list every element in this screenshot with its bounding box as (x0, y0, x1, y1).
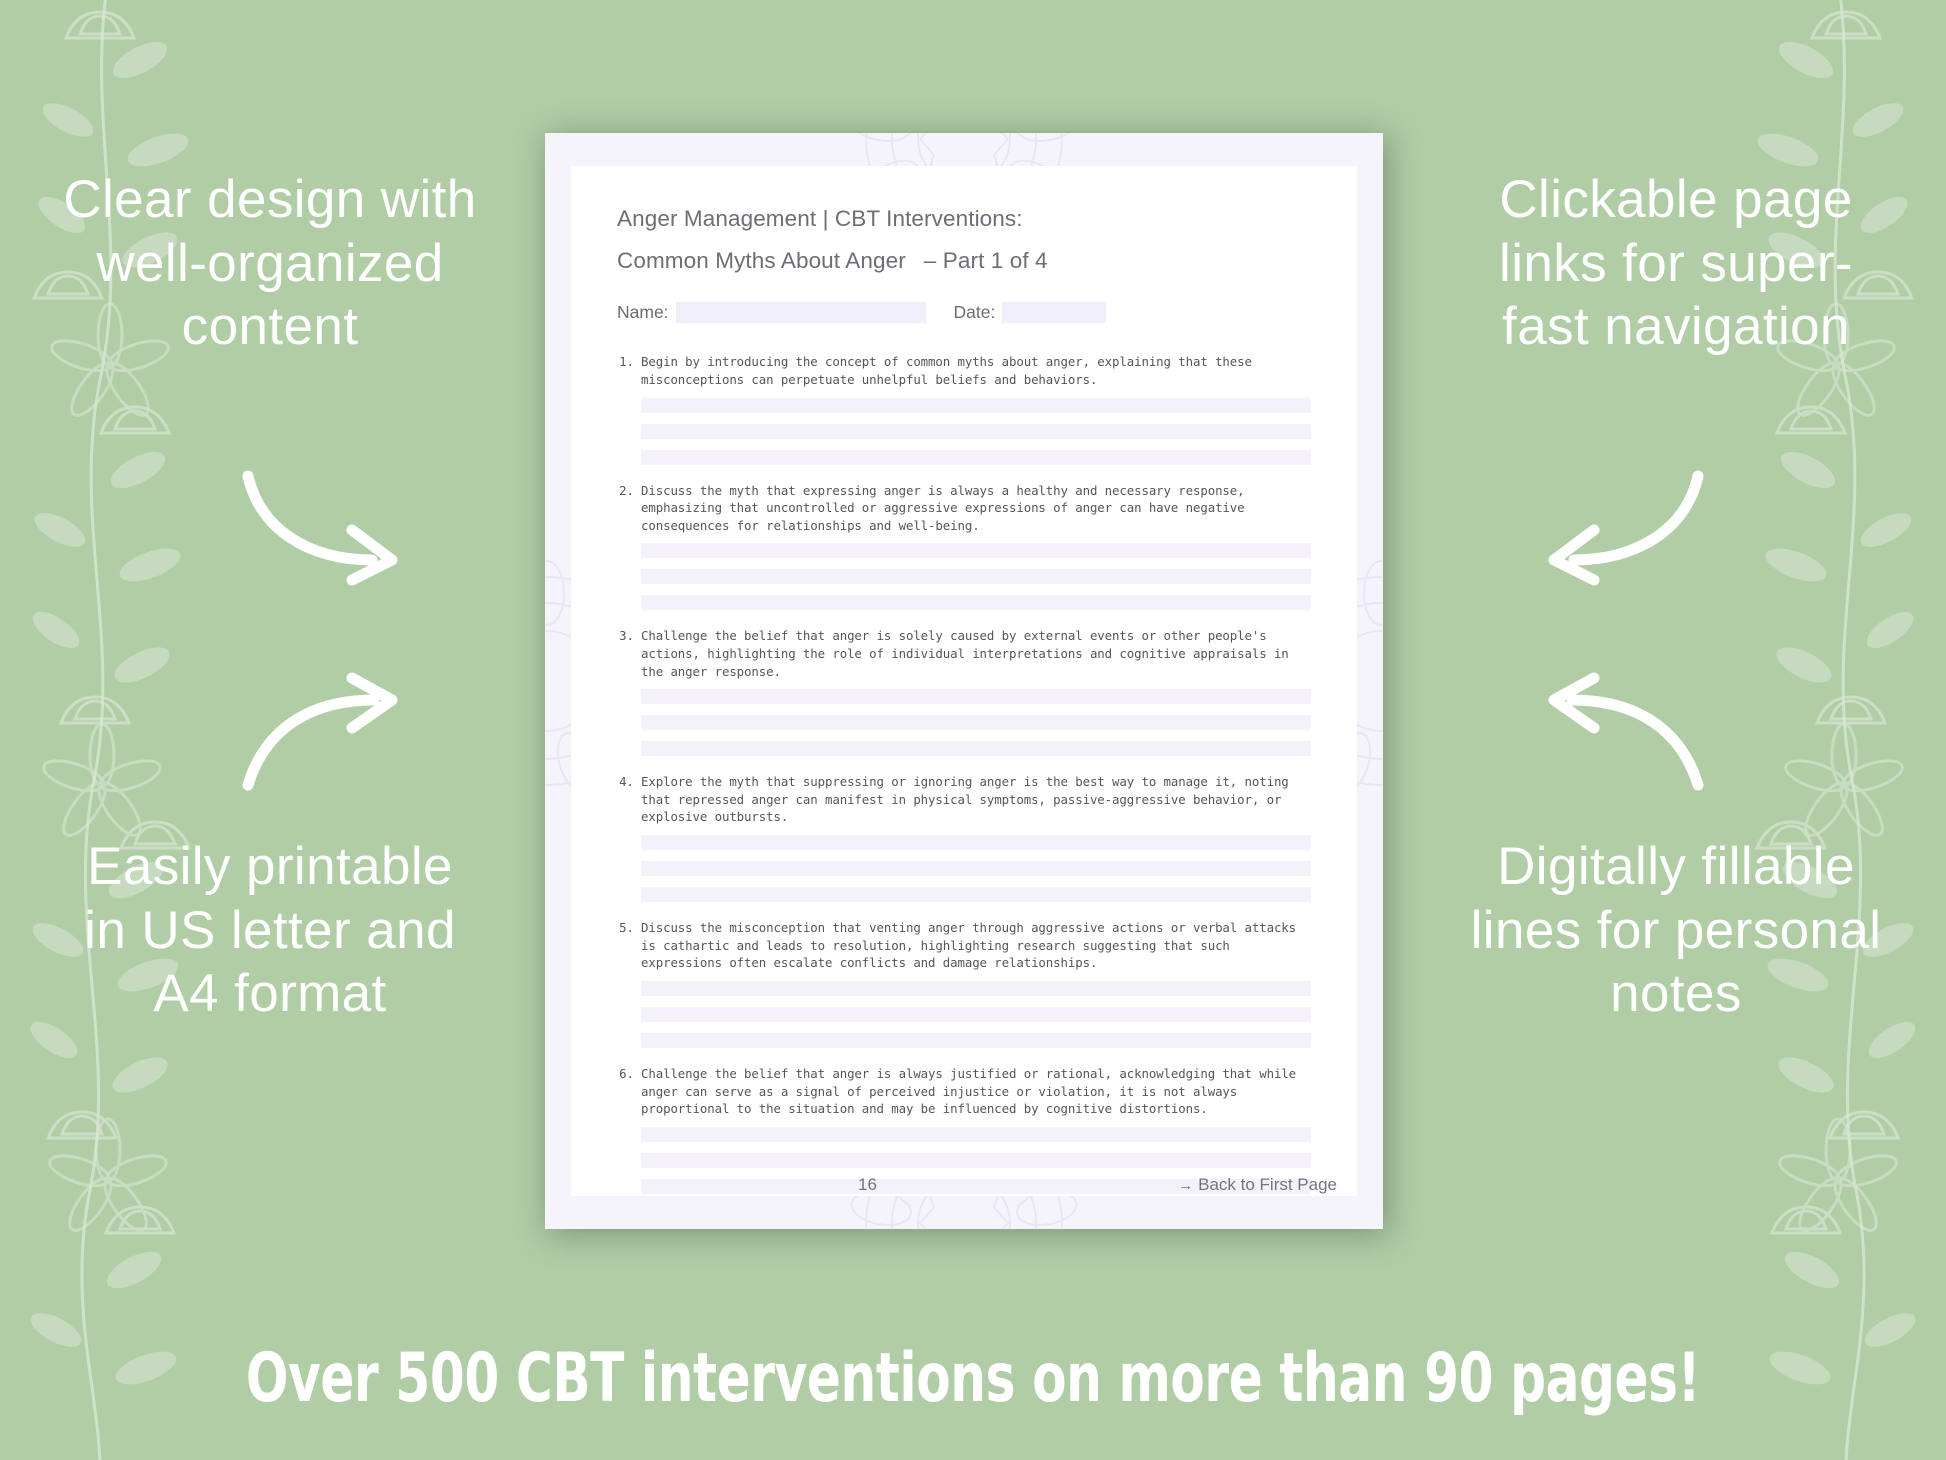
feature-text-bottom-left: Easily printable in US letter and A4 for… (84, 837, 456, 1024)
curved-arrow-right-icon (240, 672, 410, 800)
fillable-line[interactable] (641, 569, 1311, 585)
page-title: Anger Management | CBT Interventions: Co… (617, 204, 1311, 275)
promo-banner: Over 500 CBT interventions on more than … (245, 1339, 1701, 1418)
promo-graphic: Clear design with well-organized content… (0, 0, 1946, 1460)
fillable-line[interactable] (641, 449, 1311, 465)
fillable-lines-group (641, 980, 1311, 1048)
back-to-first-page-label: Back to First Page (1198, 1175, 1337, 1194)
fillable-line[interactable] (641, 543, 1311, 559)
page-footer: 16 → Back to First Page (591, 1175, 1337, 1195)
back-to-first-page-link[interactable]: → Back to First Page (1178, 1175, 1337, 1195)
date-input[interactable] (1002, 302, 1107, 324)
intervention-item: 5. Discuss the misconception that venting… (617, 919, 1311, 1059)
intervention-list: 1. Begin by introducing the concept of co… (617, 353, 1311, 1204)
intervention-text: Challenge the belief that anger is alway… (641, 1065, 1297, 1117)
fillable-line[interactable] (641, 715, 1311, 731)
curved-arrow-left-icon (1536, 468, 1706, 586)
doc-title-part: – Part 1 of 4 (923, 247, 1048, 273)
intervention-body: Discuss the myth that expressing anger i… (641, 482, 1311, 622)
intervention-item: 3. Challenge the belief that anger is sol… (617, 627, 1311, 767)
intervention-number: 4. (619, 774, 634, 790)
intervention-body: Begin by introducing the concept of comm… (641, 353, 1311, 475)
intervention-text: Begin by introducing the concept of comm… (641, 354, 1252, 387)
feature-text-bottom-right: Digitally fillable lines for personal no… (1470, 837, 1882, 1024)
intervention-text: Discuss the misconception that venting a… (641, 920, 1297, 971)
intervention-number: 5. (619, 920, 634, 936)
intervention-number: 2. (619, 482, 634, 498)
intervention-item: 1. Begin by introducing the concept of co… (617, 353, 1311, 475)
name-date-row: Name: Date: (617, 302, 1311, 324)
fillable-line[interactable] (641, 423, 1311, 439)
worksheet-content: Anger Management | CBT Interventions: Co… (571, 166, 1357, 1196)
page-number: 16 (858, 1175, 877, 1194)
intervention-number: 1. (619, 354, 634, 370)
fillable-line[interactable] (641, 1032, 1311, 1048)
fillable-line[interactable] (641, 887, 1311, 903)
name-input[interactable] (675, 302, 926, 324)
fillable-lines-group (641, 689, 1311, 757)
intervention-item: 4. Explore the myth that suppressing or i… (617, 773, 1311, 913)
intervention-body: Challenge the belief that anger is solel… (641, 627, 1311, 767)
curved-arrow-left-icon (1536, 672, 1706, 800)
doc-title-line1: Anger Management | CBT Interventions: (617, 206, 1023, 231)
intervention-item: 2. Discuss the myth that expressing anger… (617, 482, 1311, 622)
intervention-text: Challenge the belief that anger is solel… (641, 628, 1289, 679)
fillable-lines-group (641, 543, 1311, 611)
fillable-line[interactable] (641, 397, 1311, 413)
date-label: Date: (953, 302, 996, 323)
feature-text-top-right: Clickable page links for super-fast navi… (1499, 170, 1853, 357)
worksheet-page: Anger Management | CBT Interventions: Co… (545, 133, 1383, 1229)
intervention-text: Discuss the myth that expressing anger i… (641, 482, 1245, 533)
fillable-line[interactable] (641, 1126, 1311, 1142)
fillable-line[interactable] (641, 1152, 1311, 1168)
right-arrow-icon: → (1178, 1177, 1194, 1194)
fillable-line[interactable] (641, 980, 1311, 996)
fillable-lines-group (641, 397, 1311, 465)
feature-text-top-left: Clear design with well-organized content (63, 170, 477, 357)
fillable-line[interactable] (641, 595, 1311, 611)
doc-title-line2: Common Myths About Anger (617, 247, 906, 273)
intervention-body: Explore the myth that suppressing or ign… (641, 773, 1311, 913)
fillable-line[interactable] (641, 1006, 1311, 1022)
fillable-lines-group (641, 835, 1311, 903)
intervention-number: 3. (619, 628, 634, 644)
name-label: Name: (617, 302, 669, 323)
fillable-line[interactable] (641, 835, 1311, 851)
intervention-text: Explore the myth that suppressing or ign… (641, 774, 1289, 825)
fillable-line[interactable] (641, 689, 1311, 705)
curved-arrow-right-icon (240, 468, 410, 586)
intervention-body: Discuss the misconception that venting a… (641, 919, 1311, 1059)
fillable-line[interactable] (641, 741, 1311, 757)
fillable-line[interactable] (641, 861, 1311, 877)
